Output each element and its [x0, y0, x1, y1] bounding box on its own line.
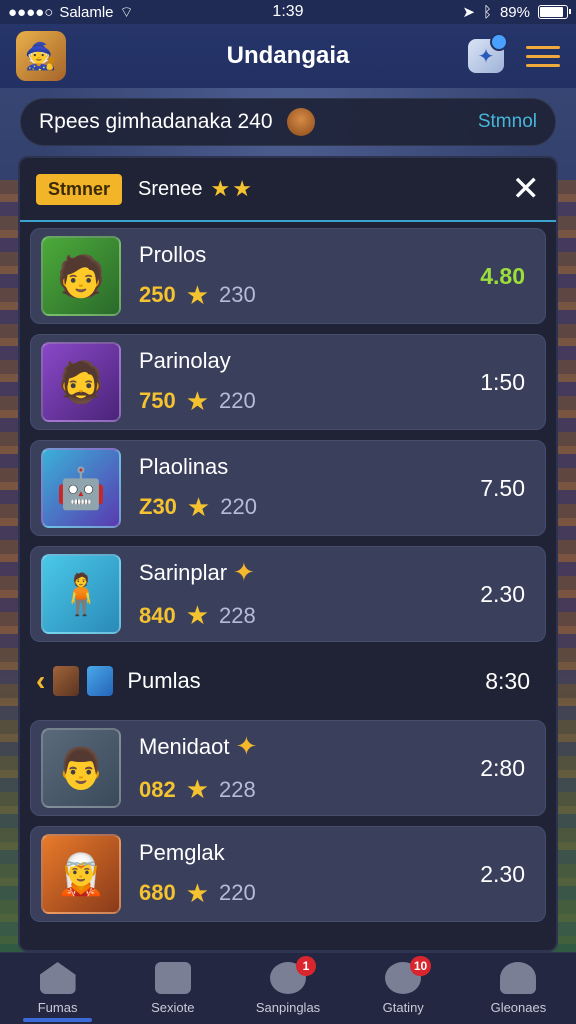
player-row[interactable]: 🧑 Prollos 250 ★ 230 4.80: [30, 228, 546, 324]
battery-icon: [538, 5, 571, 19]
player-row[interactable]: 🧔 Parinolay 750 ★ 220 1:50: [30, 334, 546, 430]
star-icon: ★: [185, 774, 210, 804]
star-icon: ★: [185, 385, 210, 416]
player-row[interactable]: 🧝 Pemglak 680 ★ 220 2.30: [30, 826, 546, 922]
player-value-b: 220: [219, 388, 256, 413]
nav-item-chat[interactable]: 10 Gtatiny: [346, 953, 461, 1024]
leaderboard-panel: Stmner Srenee ★★ ✕ 🧑 Prollos 250 ★ 230 4…: [18, 156, 558, 952]
player-name: Prollos: [139, 241, 207, 267]
player-value-b: 220: [220, 494, 257, 519]
section-row[interactable]: ‹ Pumlas 8:30: [30, 648, 546, 714]
player-row[interactable]: 🧍 Sarinplar ✦ 840 ★ 228 2.30: [30, 546, 546, 642]
nav-label: Gtatiny: [382, 1000, 424, 1015]
nav-label: Sexiote: [151, 1000, 195, 1015]
player-name: Parinolay: [139, 347, 231, 373]
notification-badge: 10: [409, 956, 432, 976]
section-label: Pumlas: [127, 668, 201, 693]
cards-icon: [154, 962, 191, 994]
star-icon: ★: [185, 279, 210, 310]
player-list: 🧑 Prollos 250 ★ 230 4.80 🧔 Parinolay 750…: [20, 228, 556, 922]
status-left: ●●●●○ Salamle ⌔: [8, 3, 134, 22]
panel-stars: ★★: [210, 176, 254, 201]
target-icon: 1: [270, 956, 316, 994]
player-name: Pemglak: [139, 839, 225, 865]
player-value-a: 250: [139, 282, 176, 307]
status-bar: ●●●●○ Salamle ⌔ 1:39 ➤ ᛒ 89%: [0, 0, 576, 24]
app-header: 🧙 Undangaia ✦: [0, 24, 576, 88]
nav-item-collection[interactable]: Sexiote: [115, 953, 230, 1024]
section-value: 8:30: [485, 667, 530, 694]
player-portrait: 🧔: [41, 342, 121, 422]
location-icon: ➤: [462, 4, 475, 21]
player-score: 7.50: [480, 474, 525, 501]
player-score: 1:50: [480, 368, 525, 395]
mini-portrait-icon: [53, 666, 80, 696]
signal-icon: ●●●●○: [8, 3, 54, 21]
player-score: 2.30: [480, 580, 525, 607]
banner-link[interactable]: Stmnol: [478, 111, 537, 133]
nav-label: Sanpinglas: [255, 1000, 321, 1015]
player-portrait: 🤖: [41, 448, 121, 528]
star-icon: ★: [185, 877, 210, 908]
player-row[interactable]: 👨 Menidaot ✦ 082 ★ 228 2:80: [30, 720, 546, 816]
wifi-icon: ⌔: [119, 3, 134, 21]
nav-label: Fumas: [37, 1000, 78, 1015]
player-score: 4.80: [480, 262, 525, 289]
star-icon: ★: [186, 491, 211, 522]
battery-percent: 89%: [499, 3, 530, 21]
panel-title: Srenee: [138, 177, 203, 200]
player-value-a: 680: [139, 880, 176, 905]
player-name: Sarinplar: [139, 559, 228, 585]
player-portrait: 🧑: [41, 236, 121, 316]
status-right: ➤ ᛒ 89%: [462, 3, 571, 21]
player-score: 2:80: [480, 754, 525, 781]
shield-icon: [87, 666, 114, 696]
banner-face-icon: [286, 108, 315, 136]
player-value-b: 228: [219, 602, 256, 628]
battery-fill: [540, 7, 563, 17]
home-icon: [39, 962, 76, 994]
profile-avatar[interactable]: 🧙: [16, 31, 66, 81]
star-icon: ★: [185, 600, 210, 630]
player-value-a: 082: [139, 776, 176, 802]
player-value-a: Z30: [139, 494, 177, 519]
player-value-b: 228: [219, 776, 256, 802]
player-portrait: 👨: [41, 728, 121, 808]
info-banner[interactable]: Rpees gimhadanaka 240 Stmnol: [20, 98, 556, 146]
player-name: Menidaot: [139, 733, 230, 759]
nav-label: Gleonaes: [490, 1000, 547, 1015]
panel-tag[interactable]: Stmner: [36, 173, 123, 205]
chat-icon: 10: [385, 956, 432, 994]
player-score: 2.30: [480, 860, 525, 887]
header-actions: ✦: [468, 33, 560, 73]
player-value-a: 840: [139, 602, 176, 628]
bottom-nav: Fumas Sexiote 1 Sanpinglas 10 Gtatiny Gl…: [0, 952, 576, 1024]
banner-text: Rpees gimhadanaka 240: [39, 110, 273, 133]
puzzle-icon[interactable]: ✦: [468, 33, 508, 73]
bluetooth-icon: ᛒ: [482, 3, 492, 21]
player-value-a: 750: [139, 388, 176, 413]
notification-badge: 1: [296, 956, 316, 976]
menu-icon[interactable]: [526, 45, 560, 67]
spark-icon: ✦: [235, 731, 258, 761]
chevron-left-icon[interactable]: ‹: [36, 665, 45, 697]
nav-item-profile[interactable]: Gleonaes: [461, 953, 576, 1024]
player-portrait: 🧍: [41, 554, 121, 634]
player-value-b: 220: [219, 880, 256, 905]
player-row[interactable]: 🤖 Plaolinas Z30 ★ 220 7.50: [30, 440, 546, 536]
player-name: Plaolinas: [139, 453, 229, 479]
close-icon[interactable]: ✕: [512, 172, 541, 206]
panel-header: Stmner Srenee ★★ ✕: [20, 158, 556, 222]
nav-item-battle[interactable]: 1 Sanpinglas: [230, 953, 345, 1024]
nav-item-home[interactable]: Fumas: [0, 953, 115, 1024]
carrier-name: Salamle: [59, 3, 114, 21]
spark-icon: ✦: [233, 557, 255, 587]
player-value-b: 230: [219, 282, 256, 307]
player-portrait: 🧝: [41, 834, 121, 914]
person-icon: [500, 962, 537, 994]
